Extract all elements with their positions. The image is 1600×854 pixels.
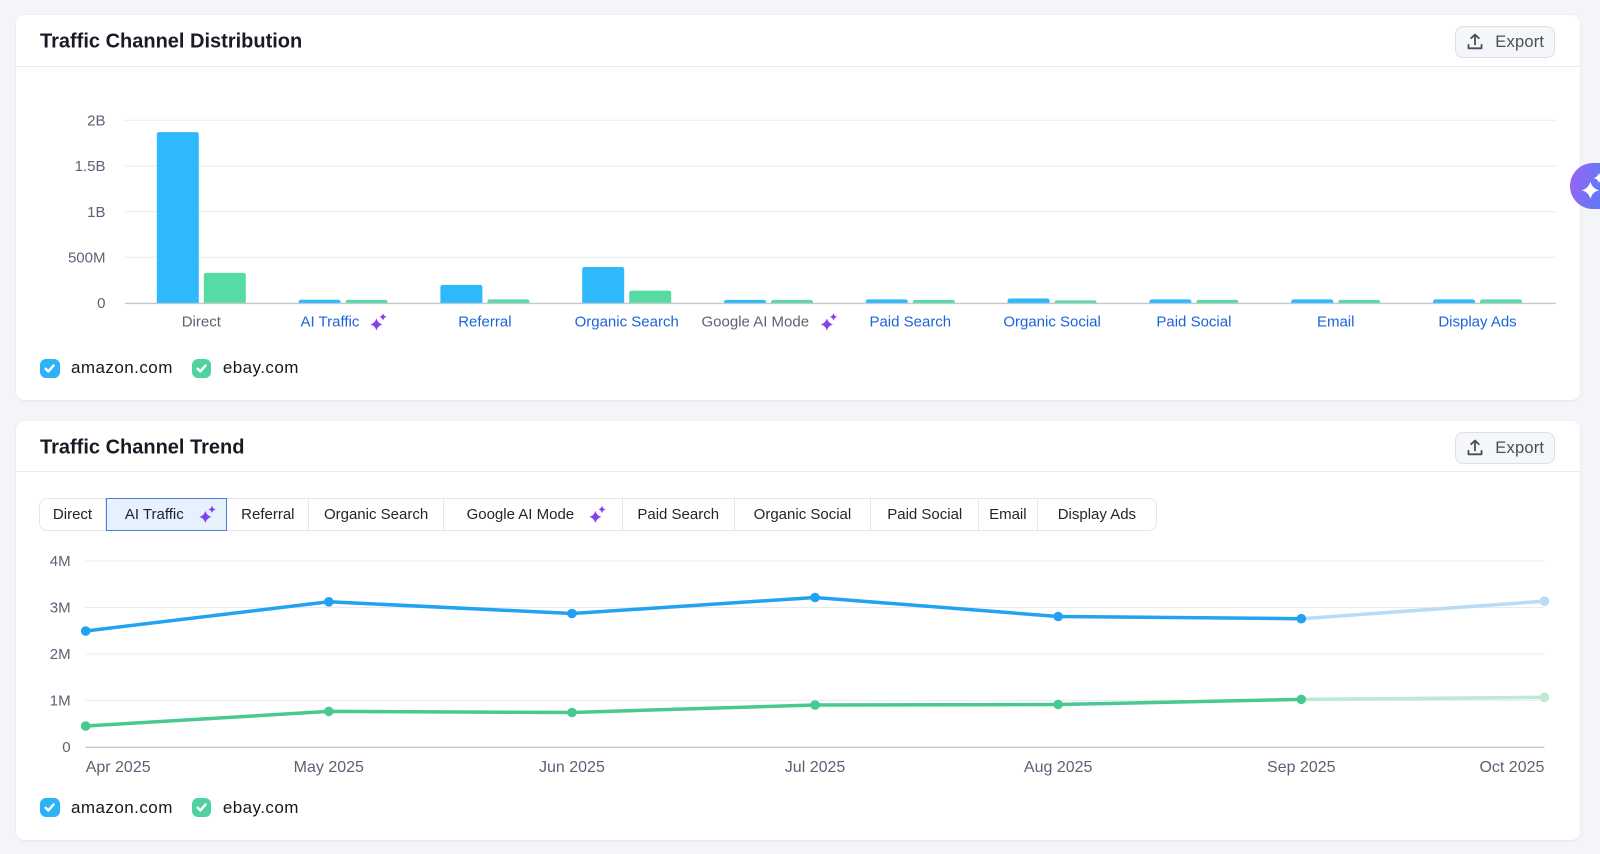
svg-text:Oct 2025: Oct 2025 — [1479, 759, 1544, 776]
svg-text:0: 0 — [62, 739, 70, 756]
svg-text:Email: Email — [1317, 314, 1355, 331]
svg-text:Display Ads: Display Ads — [1438, 314, 1516, 331]
svg-text:Google AI Mode: Google AI Mode — [702, 314, 810, 331]
svg-text:Apr 2025: Apr 2025 — [86, 759, 151, 776]
svg-text:4M: 4M — [50, 553, 71, 570]
svg-text:0: 0 — [97, 295, 105, 312]
svg-text:Direct: Direct — [182, 314, 222, 331]
svg-text:Organic Search: Organic Search — [575, 314, 679, 331]
svg-text:Sep 2025: Sep 2025 — [1267, 759, 1336, 776]
svg-text:1B: 1B — [87, 204, 105, 221]
svg-text:May 2025: May 2025 — [294, 759, 364, 776]
svg-text:2M: 2M — [50, 646, 71, 663]
svg-text:1.5B: 1.5B — [75, 158, 106, 175]
svg-text:Referral: Referral — [458, 314, 511, 331]
svg-text:Jul 2025: Jul 2025 — [785, 759, 846, 776]
svg-text:Paid Search: Paid Search — [869, 314, 951, 331]
svg-text:Paid Social: Paid Social — [1156, 314, 1231, 331]
svg-text:3M: 3M — [50, 600, 71, 617]
svg-text:1M: 1M — [50, 693, 71, 710]
svg-text:500M: 500M — [68, 249, 106, 266]
svg-text:Organic Social: Organic Social — [1003, 314, 1101, 331]
svg-text:AI Traffic: AI Traffic — [300, 314, 359, 331]
svg-text:2B: 2B — [87, 113, 105, 130]
svg-text:Aug 2025: Aug 2025 — [1024, 759, 1093, 776]
svg-text:Jun 2025: Jun 2025 — [539, 759, 605, 776]
